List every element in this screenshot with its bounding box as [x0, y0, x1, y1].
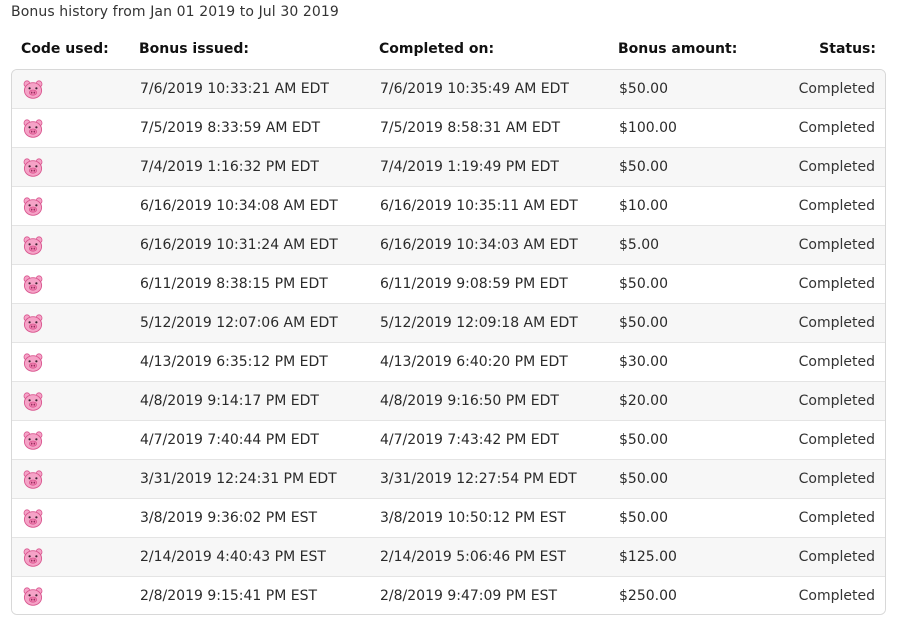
table-row: 6/16/2019 10:31:24 AM EDT 6/16/2019 10:34…	[12, 226, 885, 265]
cell-status: Completed	[798, 588, 875, 604]
table-row: 2/14/2019 4:40:43 PM EST 2/14/2019 5:06:4…	[12, 538, 885, 577]
header-bonus-amount: Bonus amount:	[618, 41, 738, 57]
pig-face-icon	[23, 587, 43, 606]
table-header: Code used: Bonus issued: Completed on: B…	[11, 41, 886, 61]
cell-status: Completed	[798, 549, 875, 565]
cell-bonus-issued: 2/14/2019 4:40:43 PM EST	[140, 549, 326, 565]
pig-face-icon	[23, 119, 43, 138]
cell-bonus-amount: $250.00	[619, 588, 677, 604]
cell-bonus-amount: $30.00	[619, 354, 668, 370]
cell-status: Completed	[798, 393, 875, 409]
cell-status: Completed	[798, 471, 875, 487]
cell-status: Completed	[798, 315, 875, 331]
cell-status: Completed	[798, 354, 875, 370]
table-row: 7/5/2019 8:33:59 AM EDT 7/5/2019 8:58:31 …	[12, 109, 885, 148]
pig-face-icon	[23, 548, 43, 567]
table-row: 5/12/2019 12:07:06 AM EDT 5/12/2019 12:09…	[12, 304, 885, 343]
cell-bonus-issued: 7/4/2019 1:16:32 PM EDT	[140, 159, 319, 175]
table-row: 2/8/2019 9:15:41 PM EST 2/8/2019 9:47:09 …	[12, 577, 885, 614]
pig-face-icon	[23, 431, 43, 450]
cell-bonus-issued: 6/16/2019 10:34:08 AM EDT	[140, 198, 338, 214]
cell-completed-on: 6/16/2019 10:34:03 AM EDT	[380, 237, 578, 253]
cell-bonus-amount: $5.00	[619, 237, 660, 253]
cell-bonus-issued: 3/8/2019 9:36:02 PM EST	[140, 510, 318, 526]
cell-bonus-amount: $100.00	[619, 120, 677, 136]
cell-completed-on: 7/6/2019 10:35:49 AM EDT	[380, 81, 569, 97]
pig-face-icon	[23, 158, 43, 177]
pig-face-icon	[23, 314, 43, 333]
pig-face-icon	[23, 509, 43, 528]
table-row: 7/6/2019 10:33:21 AM EDT 7/6/2019 10:35:4…	[12, 70, 885, 109]
cell-completed-on: 5/12/2019 12:09:18 AM EDT	[380, 315, 578, 331]
page-title: Bonus history from Jan 01 2019 to Jul 30…	[11, 4, 339, 20]
cell-status: Completed	[798, 120, 875, 136]
table-row: 4/7/2019 7:40:44 PM EDT 4/7/2019 7:43:42 …	[12, 421, 885, 460]
cell-completed-on: 3/31/2019 12:27:54 PM EDT	[380, 471, 577, 487]
cell-bonus-issued: 2/8/2019 9:15:41 PM EST	[140, 588, 318, 604]
header-completed-on: Completed on:	[379, 41, 495, 57]
cell-bonus-amount: $50.00	[619, 81, 668, 97]
table-row: 4/8/2019 9:14:17 PM EDT 4/8/2019 9:16:50 …	[12, 382, 885, 421]
cell-bonus-amount: $50.00	[619, 159, 668, 175]
cell-bonus-amount: $50.00	[619, 510, 668, 526]
cell-bonus-amount: $10.00	[619, 198, 668, 214]
cell-completed-on: 2/14/2019 5:06:46 PM EST	[380, 549, 566, 565]
pig-face-icon	[23, 392, 43, 411]
cell-bonus-amount: $50.00	[619, 315, 668, 331]
cell-bonus-amount: $50.00	[619, 276, 668, 292]
table-row: 3/8/2019 9:36:02 PM EST 3/8/2019 10:50:12…	[12, 499, 885, 538]
table-row: 3/31/2019 12:24:31 PM EDT 3/31/2019 12:27…	[12, 460, 885, 499]
cell-completed-on: 6/11/2019 9:08:59 PM EDT	[380, 276, 568, 292]
cell-bonus-issued: 7/5/2019 8:33:59 AM EDT	[140, 120, 321, 136]
cell-completed-on: 4/7/2019 7:43:42 PM EDT	[380, 432, 559, 448]
cell-bonus-issued: 4/8/2019 9:14:17 PM EDT	[140, 393, 319, 409]
pig-face-icon	[23, 80, 43, 99]
cell-completed-on: 4/13/2019 6:40:20 PM EDT	[380, 354, 568, 370]
pig-face-icon	[23, 236, 43, 255]
pig-face-icon	[23, 197, 43, 216]
cell-status: Completed	[798, 81, 875, 97]
cell-completed-on: 7/5/2019 8:58:31 AM EDT	[380, 120, 561, 136]
cell-bonus-issued: 6/16/2019 10:31:24 AM EDT	[140, 237, 338, 253]
pig-face-icon	[23, 275, 43, 294]
cell-status: Completed	[798, 198, 875, 214]
cell-bonus-issued: 3/31/2019 12:24:31 PM EDT	[140, 471, 337, 487]
cell-bonus-issued: 6/11/2019 8:38:15 PM EDT	[140, 276, 328, 292]
cell-bonus-issued: 7/6/2019 10:33:21 AM EDT	[140, 81, 329, 97]
cell-bonus-issued: 4/13/2019 6:35:12 PM EDT	[140, 354, 328, 370]
header-bonus-issued: Bonus issued:	[139, 41, 249, 57]
table-row: 6/16/2019 10:34:08 AM EDT 6/16/2019 10:35…	[12, 187, 885, 226]
pig-face-icon	[23, 470, 43, 489]
cell-completed-on: 3/8/2019 10:50:12 PM EST	[380, 510, 566, 526]
cell-status: Completed	[798, 159, 875, 175]
table-row: 4/13/2019 6:35:12 PM EDT 4/13/2019 6:40:2…	[12, 343, 885, 382]
bonus-history-table: 7/6/2019 10:33:21 AM EDT 7/6/2019 10:35:4…	[11, 69, 886, 615]
cell-status: Completed	[798, 510, 875, 526]
cell-bonus-amount: $50.00	[619, 432, 668, 448]
header-status: Status:	[819, 41, 876, 57]
cell-status: Completed	[798, 237, 875, 253]
cell-bonus-issued: 5/12/2019 12:07:06 AM EDT	[140, 315, 338, 331]
cell-bonus-amount: $125.00	[619, 549, 677, 565]
cell-completed-on: 7/4/2019 1:19:49 PM EDT	[380, 159, 559, 175]
cell-status: Completed	[798, 276, 875, 292]
cell-completed-on: 4/8/2019 9:16:50 PM EDT	[380, 393, 559, 409]
header-code-used: Code used:	[21, 41, 109, 57]
cell-bonus-amount: $50.00	[619, 471, 668, 487]
cell-bonus-amount: $20.00	[619, 393, 668, 409]
cell-status: Completed	[798, 432, 875, 448]
table-row: 6/11/2019 8:38:15 PM EDT 6/11/2019 9:08:5…	[12, 265, 885, 304]
table-row: 7/4/2019 1:16:32 PM EDT 7/4/2019 1:19:49 …	[12, 148, 885, 187]
pig-face-icon	[23, 353, 43, 372]
cell-completed-on: 6/16/2019 10:35:11 AM EDT	[380, 198, 578, 214]
cell-bonus-issued: 4/7/2019 7:40:44 PM EDT	[140, 432, 319, 448]
cell-completed-on: 2/8/2019 9:47:09 PM EST	[380, 588, 558, 604]
